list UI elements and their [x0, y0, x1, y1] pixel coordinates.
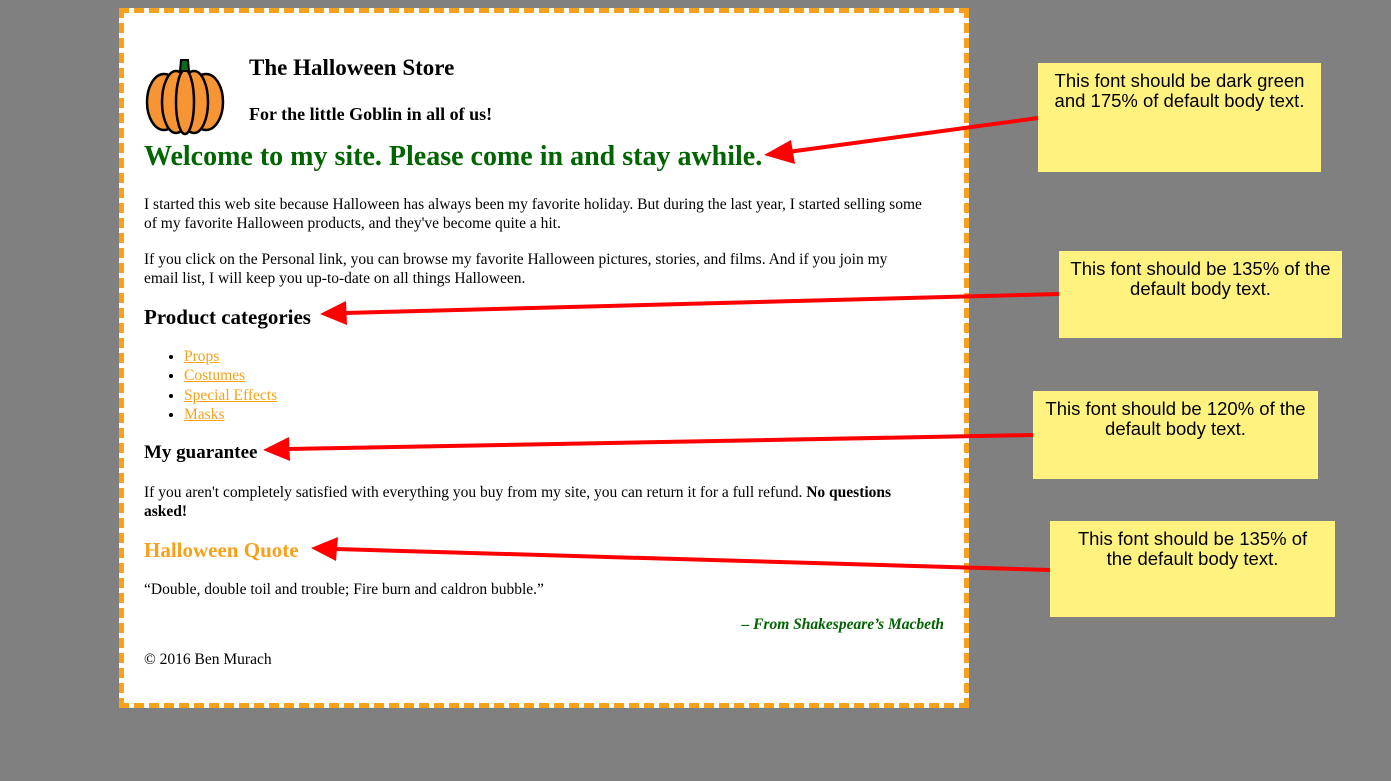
category-link-special-effects[interactable]: Special Effects: [184, 387, 277, 404]
quote-text: “Double, double toil and trouble; Fire b…: [144, 581, 544, 598]
categories-list: Props Costumes Special Effects Masks: [144, 347, 277, 424]
pumpkin-icon: [145, 59, 225, 136]
store-title: The Halloween Store: [249, 55, 455, 80]
guarantee-text: If you aren't completely satisfied with …: [144, 484, 807, 501]
personal-paragraph: If you click on the Personal link, you c…: [144, 251, 888, 287]
annotation-note-guarantee: This font should be 120% of the default …: [1033, 391, 1318, 479]
guarantee-heading: My guarantee: [144, 442, 258, 463]
store-tagline: For the little Goblin in all of us!: [249, 104, 493, 124]
categories-heading: Product categories: [144, 305, 311, 329]
annotation-note-quote: This font should be 135% of the default …: [1050, 521, 1335, 617]
category-link-masks[interactable]: Masks: [184, 406, 224, 423]
quote-attribution: – From Shakespeare’s Macbeth: [741, 616, 944, 633]
list-item: Masks: [184, 405, 277, 424]
quote-heading: Halloween Quote: [144, 538, 299, 562]
annotation-note-welcome: This font should be dark green and 175% …: [1038, 63, 1321, 172]
list-item: Costumes: [184, 366, 277, 385]
list-item: Special Effects: [184, 386, 277, 405]
guarantee-paragraph: If you aren't completely satisfied with …: [144, 483, 924, 521]
annotation-note-categories: This font should be 135% of the default …: [1059, 251, 1342, 338]
category-link-props[interactable]: Props: [184, 348, 219, 365]
intro-paragraph: I started this web site because Hallowee…: [144, 196, 922, 232]
list-item: Props: [184, 347, 277, 366]
category-link-costumes[interactable]: Costumes: [184, 367, 245, 384]
welcome-heading: Welcome to my site. Please come in and s…: [144, 141, 763, 172]
copyright-footer: © 2016 Ben Murach: [144, 651, 272, 668]
page-container: The Halloween Store For the little Gobli…: [119, 8, 969, 708]
